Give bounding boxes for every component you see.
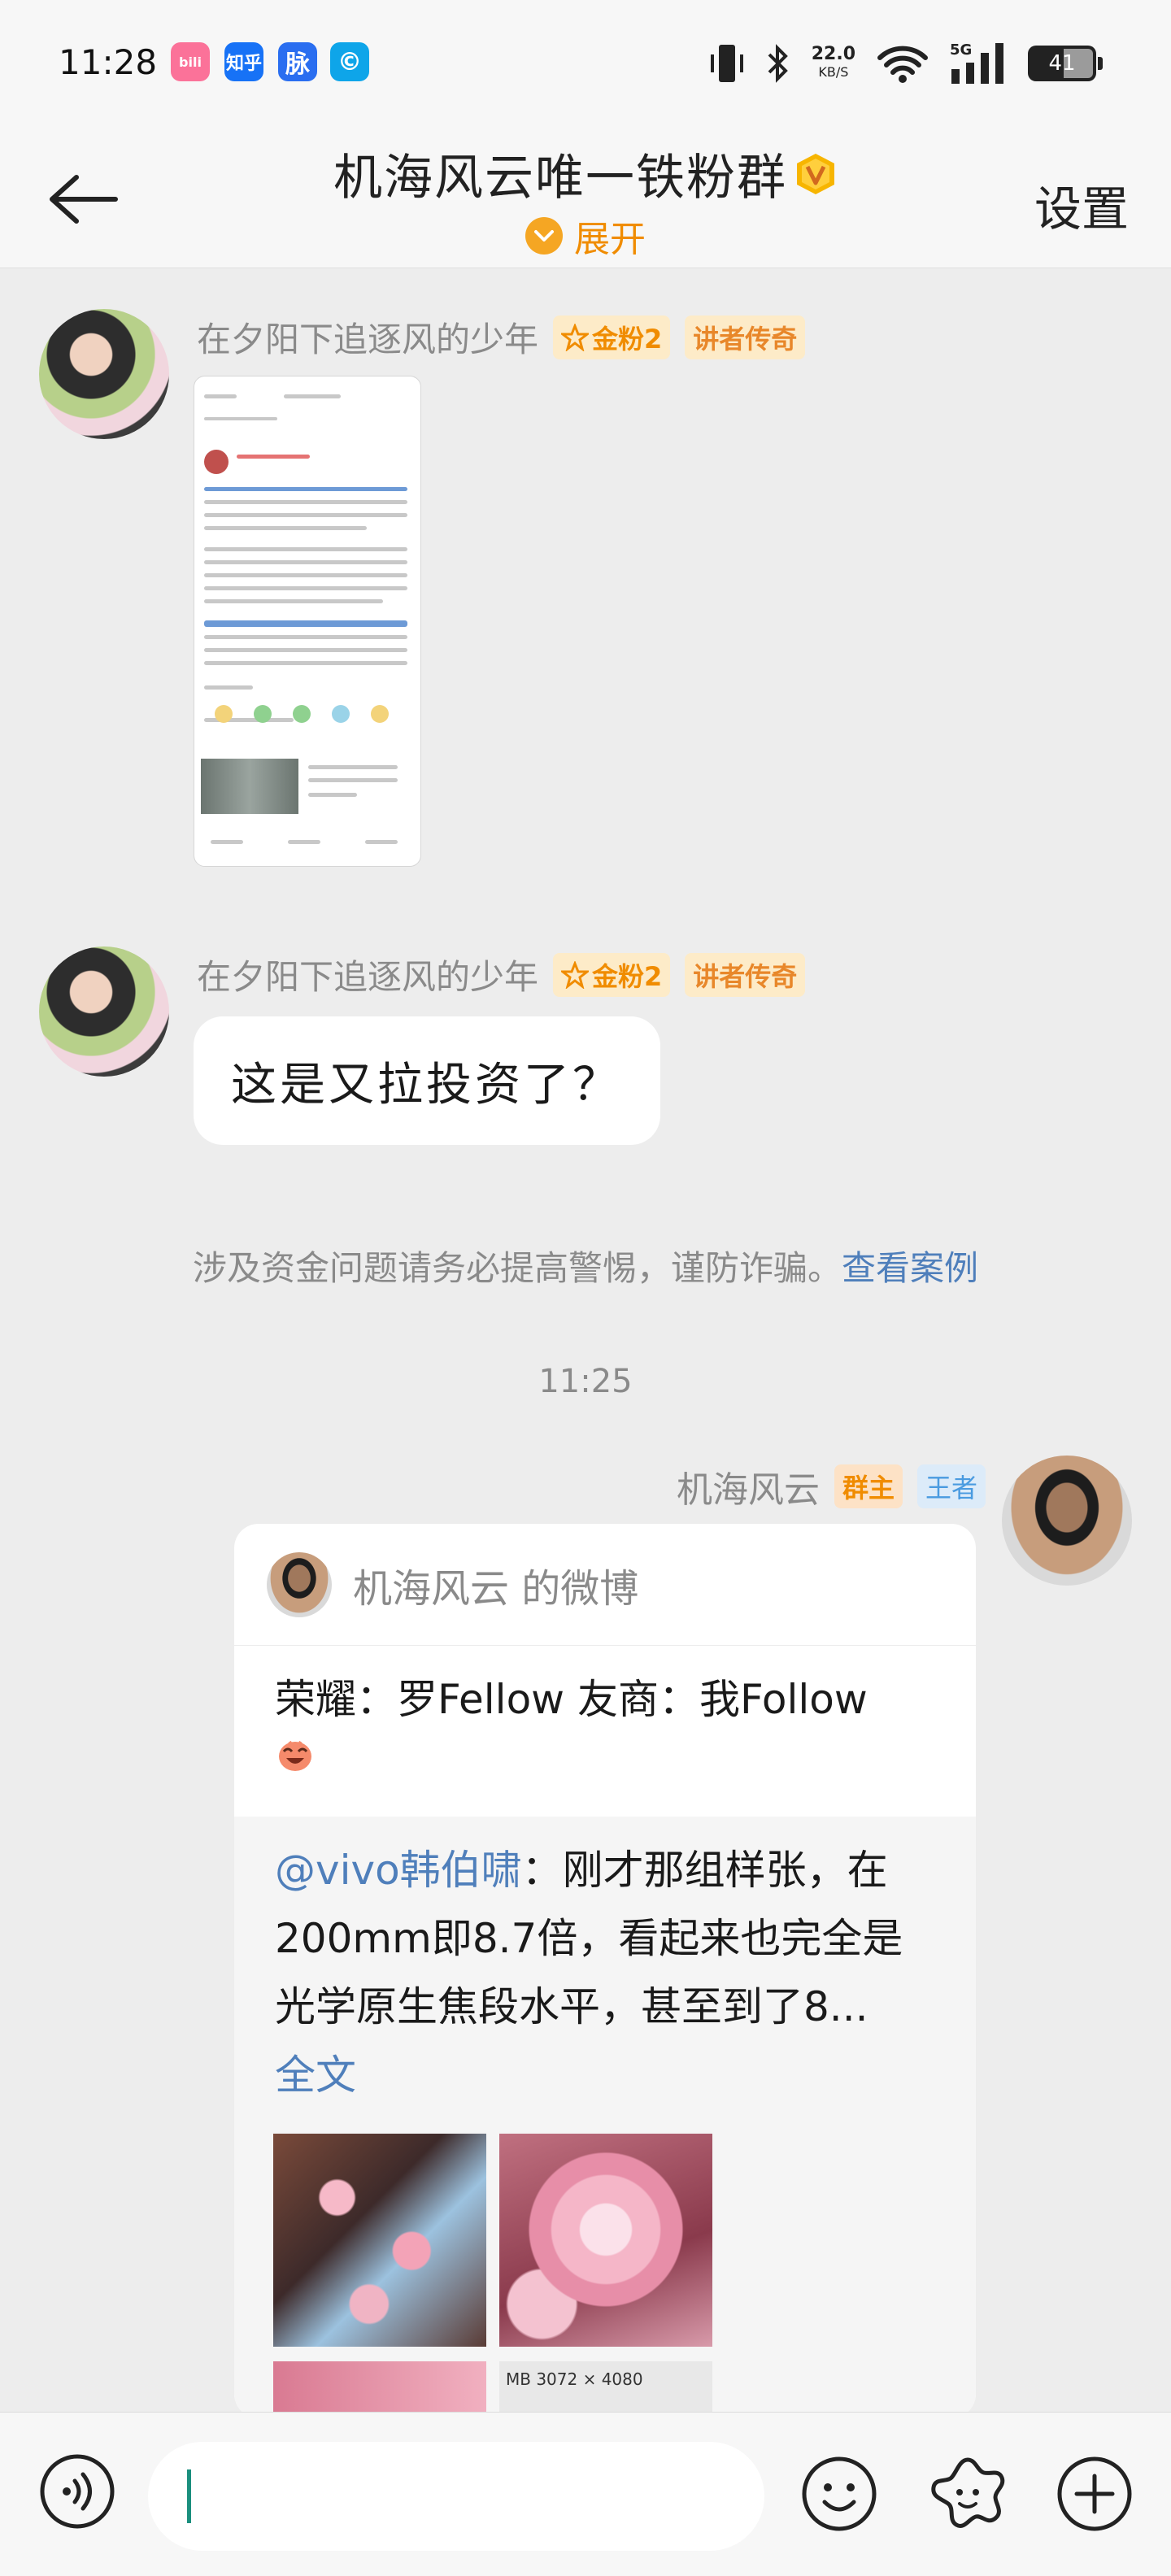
net-speed: 22.0 KB/S (811, 44, 855, 80)
image-meta: MB 3072 × 4080 (499, 2361, 712, 2418)
chevron-down-icon (525, 217, 563, 255)
wifi-icon (877, 46, 928, 83)
vibrate-icon (710, 45, 743, 82)
sender-name: 在夕阳下追逐风的少年 (197, 957, 539, 997)
status-bar: 11:28 bili 知乎 脉 © 22.0 KB/S 5G 41 (0, 0, 1171, 130)
card-source: 机海风云 的微博 (353, 1565, 639, 1612)
message-input[interactable] (148, 2442, 764, 2551)
sender-row: 在夕阳下追逐风的少年 金粉2 讲者传奇 (197, 950, 806, 999)
sender-name: 机海风云 (676, 1469, 820, 1511)
timestamp: 11:25 (538, 1363, 633, 1400)
avatar (267, 1551, 332, 1617)
app-c-icon: © (330, 42, 369, 81)
text-cursor (187, 2469, 191, 2523)
battery-icon: 41 (1028, 46, 1103, 81)
status-time: 11:28 (59, 42, 158, 82)
star-icon (561, 323, 590, 351)
sender-name: 在夕阳下追逐风的少年 (197, 320, 539, 359)
bluetooth-icon (768, 44, 788, 83)
quoted-post[interactable]: @vivo韩伯啸：刚才那组样张，在200mm即8.7倍，看起来也完全是光学原生焦… (234, 1817, 976, 2418)
star-icon (561, 960, 590, 989)
level-badge: 王者 (916, 1464, 986, 1508)
shared-screenshot-image[interactable] (194, 376, 421, 867)
verified-badge-icon (797, 153, 834, 194)
expand-label: 展开 (574, 219, 646, 260)
fan-level-badge: 金粉2 (553, 952, 671, 997)
full-text-link[interactable]: 全文 (275, 2052, 356, 2099)
emoji-icon[interactable] (800, 2455, 878, 2533)
maimai-icon: 脉 (278, 42, 317, 81)
sender-row: 机海风云 群主 王者 (677, 1460, 986, 1512)
fraud-notice-text: 涉及资金问题请务必提高警惕，谨防诈骗。 (192, 1248, 842, 1288)
zhihu-icon: 知乎 (224, 42, 263, 81)
weibo-share-card[interactable]: 机海风云 的微博 荣耀：罗Fellow 友商：我Follow @vivo韩伯啸：… (234, 1524, 976, 2418)
fraud-notice: 涉及资金问题请务必提高警惕，谨防诈骗。查看案例 (0, 1241, 1171, 1290)
sender-row: 在夕阳下追逐风的少年 金粉2 讲者传奇 (197, 312, 806, 362)
card-text: 荣耀：罗Fellow 友商：我Follow (234, 1646, 976, 1795)
blossom-photo[interactable] (273, 2361, 486, 2418)
fan-level-badge: 金粉2 (553, 315, 671, 359)
title-badge: 讲者传奇 (685, 315, 806, 359)
avatar[interactable] (1002, 1456, 1132, 1586)
blossom-photo[interactable] (499, 2134, 712, 2347)
expand-toggle[interactable]: 展开 (0, 210, 1171, 262)
mention-link[interactable]: @vivo韩伯啸 (275, 1847, 522, 1894)
title-badge: 讲者传奇 (685, 952, 806, 997)
avatar[interactable] (39, 309, 169, 439)
voice-icon[interactable] (39, 2453, 115, 2530)
card-header: 机海风云 的微博 (234, 1524, 976, 1646)
group-owner-badge: 群主 (834, 1464, 903, 1508)
cell-signal-icon: 5G (950, 41, 1007, 85)
group-title: 机海风云唯一铁粉群 (333, 150, 787, 207)
laughing-emoji-icon (279, 1740, 311, 1771)
blossom-photo[interactable] (273, 2134, 486, 2347)
chat-header: 机海风云唯一铁粉群 展开 设置 (0, 130, 1171, 268)
avatar[interactable] (39, 946, 169, 1077)
view-cases-link[interactable]: 查看案例 (842, 1248, 978, 1288)
input-bar (0, 2412, 1171, 2576)
bilibili-icon: bili (171, 42, 210, 81)
settings-button[interactable]: 设置 (1034, 171, 1129, 239)
message-bubble[interactable]: 这是又拉投资了？ (194, 1016, 660, 1145)
plus-icon[interactable] (1056, 2455, 1134, 2533)
sticker-icon[interactable] (929, 2455, 1007, 2533)
